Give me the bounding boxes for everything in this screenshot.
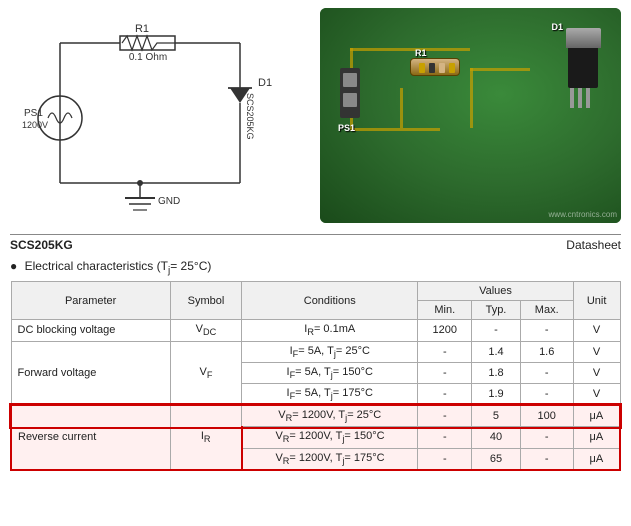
val-fv2-max: - xyxy=(520,362,573,383)
table-row: Forward voltage VF IF= 5A, Tj= 25°C - 1.… xyxy=(11,341,620,362)
part-header: SCS205KG Datasheet xyxy=(10,234,621,255)
col-header-conditions: Conditions xyxy=(242,282,418,320)
cond-rc3: VR= 1200V, Tj= 175°C xyxy=(242,448,418,470)
val-dc-min: 1200 xyxy=(418,320,472,341)
val-fv3-min: - xyxy=(418,383,472,405)
svg-text:GND: GND xyxy=(158,196,180,207)
col-header-unit: Unit xyxy=(573,282,620,320)
data-section: SCS205KG Datasheet ● Electrical characte… xyxy=(0,230,631,475)
unit-fv3: V xyxy=(573,383,620,405)
col-header-max: Max. xyxy=(520,301,573,320)
svg-text:R1: R1 xyxy=(135,23,149,35)
param-dc-blocking: DC blocking voltage xyxy=(11,320,170,341)
bullet-icon: ● xyxy=(10,259,17,273)
col-header-min: Min. xyxy=(418,301,472,320)
val-fv3-typ: 1.9 xyxy=(472,383,521,405)
col-header-values: Values xyxy=(418,282,573,301)
table-row-reverse-current: Reverse current IR VR= 1200V, Tj= 25°C -… xyxy=(11,405,620,427)
unit-dc: V xyxy=(573,320,620,341)
val-fv2-typ: 1.8 xyxy=(472,362,521,383)
val-rc3-max: - xyxy=(520,448,573,470)
cond-dc: IR= 0.1mA xyxy=(242,320,418,341)
cond-rc1: VR= 1200V, Tj= 25°C xyxy=(242,405,418,427)
pcb-board-photo: R1 D1 PS1 www.cntronics.com xyxy=(320,8,621,223)
unit-rc2: μA xyxy=(573,427,620,448)
svg-text:PS1: PS1 xyxy=(24,108,43,119)
table-row: DC blocking voltage VDC IR= 0.1mA 1200 -… xyxy=(11,320,620,341)
svg-text:0.1 Ohm: 0.1 Ohm xyxy=(129,52,167,63)
col-header-symbol: Symbol xyxy=(170,282,241,320)
top-section: R1 0.1 Ohm D1 SCS205KG xyxy=(0,0,631,230)
param-reverse-current: Reverse current xyxy=(11,405,170,470)
cond-rc2: VR= 1200V, Tj= 150°C xyxy=(242,427,418,448)
characteristics-table: Parameter Symbol Conditions Values Unit … xyxy=(10,281,621,470)
unit-rc1: μA xyxy=(573,405,620,427)
col-header-parameter: Parameter xyxy=(11,282,170,320)
svg-text:1200V: 1200V xyxy=(22,120,48,130)
val-dc-typ: - xyxy=(472,320,521,341)
characteristics-title: Electrical characteristics (Tj= 25°C) xyxy=(25,259,212,273)
col-header-typ: Typ. xyxy=(472,301,521,320)
symbol-vdc: VDC xyxy=(170,320,241,341)
cond-fv3: IF= 5A, Tj= 175°C xyxy=(242,383,418,405)
param-fwd-voltage: Forward voltage xyxy=(11,341,170,405)
val-rc1-typ: 5 xyxy=(472,405,521,427)
datasheet-label: Datasheet xyxy=(566,238,621,252)
symbol-vf: VF xyxy=(170,341,241,405)
val-rc2-max: - xyxy=(520,427,573,448)
val-rc2-min: - xyxy=(418,427,472,448)
part-number: SCS205KG xyxy=(10,238,73,252)
val-fv3-max: - xyxy=(520,383,573,405)
board-r1-label: R1 xyxy=(415,48,427,58)
circuit-diagram: R1 0.1 Ohm D1 SCS205KG xyxy=(10,8,310,223)
section-title: ● Electrical characteristics (Tj= 25°C) xyxy=(10,259,621,276)
svg-text:SCS205KG: SCS205KG xyxy=(245,93,255,140)
val-fv1-typ: 1.4 xyxy=(472,341,521,362)
val-fv2-min: - xyxy=(418,362,472,383)
val-rc2-typ: 40 xyxy=(472,427,521,448)
unit-rc3: μA xyxy=(573,448,620,470)
board-d1-label: D1 xyxy=(551,22,563,32)
val-rc3-min: - xyxy=(418,448,472,470)
val-rc1-min: - xyxy=(418,405,472,427)
cond-fv2: IF= 5A, Tj= 150°C xyxy=(242,362,418,383)
cond-fv1: IF= 5A, Tj= 25°C xyxy=(242,341,418,362)
watermark: www.cntronics.com xyxy=(549,210,617,219)
board-ps1-label: PS1 xyxy=(338,123,355,133)
val-rc1-max: 100 xyxy=(520,405,573,427)
symbol-ir: IR xyxy=(170,405,241,470)
unit-fv1: V xyxy=(573,341,620,362)
val-dc-max: - xyxy=(520,320,573,341)
val-rc3-typ: 65 xyxy=(472,448,521,470)
val-fv1-min: - xyxy=(418,341,472,362)
unit-fv2: V xyxy=(573,362,620,383)
svg-text:D1: D1 xyxy=(258,77,272,89)
val-fv1-max: 1.6 xyxy=(520,341,573,362)
